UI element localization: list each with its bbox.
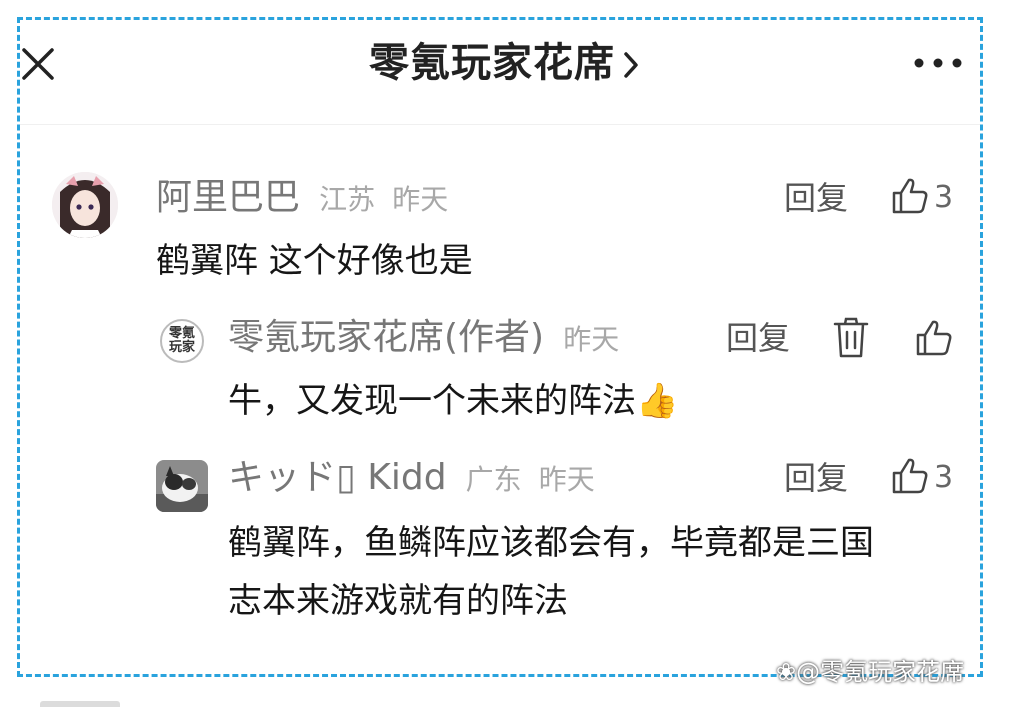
comment-time: 昨天 [392,183,449,216]
reply-text-line-1: 鹤翼阵，鱼鳞阵应该都会有，毕竟都是三国 [228,523,874,563]
anime-girl-avatar-icon [52,172,118,238]
reply-text-line-2: 志本来游戏就有的阵法 [228,581,568,621]
next-item-peek [40,701,120,707]
like-button[interactable]: 3 [890,176,953,220]
cat-photo-avatar-icon [156,460,208,512]
reply-username[interactable]: キッド▯ Kidd [228,457,447,498]
avatar[interactable] [52,172,118,238]
reply-button[interactable]: 回复 [784,176,848,220]
like-count: 3 [934,180,954,215]
thumbs-up-icon [916,320,952,356]
trash-icon [833,317,869,358]
author-avatar-text-top: 零氪 [168,326,195,341]
reply-time: 昨天 [563,323,620,356]
chevron-right-icon [624,52,638,78]
header-title-area: 零氪玩家花席 [0,36,1010,90]
comment-location: 江苏 [319,183,376,216]
reply-username[interactable]: 零氪玩家花席(作者) [228,317,544,358]
comment-text: 鹤翼阵 这个好像也是 [156,241,473,281]
page-title-text: 零氪玩家花席 [369,40,615,86]
watermark: ❀@零氪玩家花席 [776,658,965,686]
like-button[interactable]: 3 [890,456,953,500]
reply-text: 牛，又发现一个未来的阵法👍 [228,381,679,421]
thumbs-up-icon [892,458,928,494]
reply-header: キッド▯ Kidd 广东 昨天 [228,456,595,502]
header-divider [20,124,980,125]
thumbs-up-icon [892,178,928,214]
comment-header: 阿里巴巴 江苏 昨天 [156,176,448,222]
reply-button[interactable]: 回复 [784,456,848,500]
more-dots-icon [914,58,962,68]
avatar[interactable] [156,460,208,512]
like-button[interactable] [914,318,954,362]
author-avatar-text-bottom: 玩家 [168,340,195,355]
reply-header: 零氪玩家花席(作者) 昨天 [228,316,619,362]
delete-button[interactable] [832,316,870,364]
reply-time: 昨天 [538,463,595,496]
avatar[interactable]: 零氪 玩家 [160,319,204,363]
reply-location: 广东 [465,463,522,496]
like-count: 3 [934,460,954,495]
more-options-button[interactable] [912,52,964,74]
comment-username[interactable]: 阿里巴巴 [156,177,300,218]
reply-button[interactable]: 回复 [726,316,790,360]
page-title[interactable]: 零氪玩家花席 [369,40,641,86]
